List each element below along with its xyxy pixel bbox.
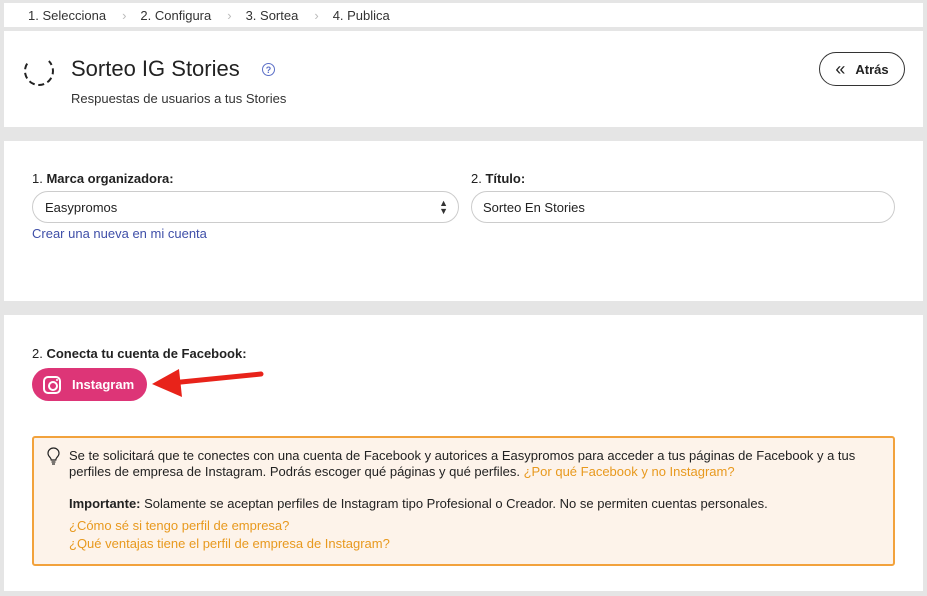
step-select[interactable]: 1. Selecciona xyxy=(28,8,106,23)
back-button-label: Atrás xyxy=(855,61,889,77)
instagram-button-label: Instagram xyxy=(72,377,135,392)
title-input[interactable]: Sorteo En Stories xyxy=(471,191,895,223)
connect-section: 2. Conecta tu cuenta de Facebook: Instag… xyxy=(4,315,923,591)
chevron-right-icon: › xyxy=(314,7,319,23)
connect-label: 2. Conecta tu cuenta de Facebook: xyxy=(32,346,247,361)
settings-section: 1. Marca organizadora: Easypromos ▲ ▼ Cre… xyxy=(4,141,923,301)
step-configure[interactable]: 2. Configura xyxy=(140,8,211,23)
title-field-label: 2. Título: xyxy=(471,171,526,186)
select-arrows-icon: ▲ ▼ xyxy=(439,198,448,216)
chevron-right-icon: › xyxy=(227,7,232,23)
help-circle-icon[interactable]: ? xyxy=(262,63,275,76)
lightbulb-icon xyxy=(47,447,60,465)
back-button[interactable]: « Atrás xyxy=(819,52,905,86)
step-draw[interactable]: 3. Sortea xyxy=(246,8,299,23)
brand-field-label: 1. Marca organizadora: xyxy=(32,171,174,186)
instagram-icon xyxy=(43,375,61,394)
brand-select[interactable]: Easypromos ▲ ▼ xyxy=(32,191,459,223)
red-arrow-icon xyxy=(152,369,264,397)
double-chevron-left-icon: « xyxy=(835,59,846,79)
why-facebook-link[interactable]: ¿Por qué Facebook y no Instagram? xyxy=(524,464,735,479)
page-subtitle: Respuestas de usuarios a tus Stories xyxy=(71,91,287,106)
brand-select-value: Easypromos xyxy=(45,200,118,215)
important-note: Importante: Solamente se aceptan perfile… xyxy=(69,496,768,511)
wizard-steps: 1. Selecciona › 2. Configura › 3. Sortea… xyxy=(4,3,923,27)
page-title: Sorteo IG Stories xyxy=(71,56,240,81)
step-publish[interactable]: 4. Publica xyxy=(333,8,390,23)
chevron-right-icon: › xyxy=(122,7,127,23)
create-brand-link[interactable]: Crear una nueva en mi cuenta xyxy=(32,226,207,241)
instagram-connect-button[interactable]: Instagram xyxy=(32,368,147,401)
notice-text: Se te solicitará que te conectes con una… xyxy=(69,448,856,479)
business-profile-link[interactable]: ¿Cómo sé si tengo perfil de empresa? xyxy=(69,518,289,533)
business-advantages-link[interactable]: ¿Qué ventajas tiene el perfil de empresa… xyxy=(69,536,390,551)
facebook-notice: Se te solicitará que te conectes con una… xyxy=(32,436,895,566)
page-header: Sorteo IG Stories ? Respuestas de usuari… xyxy=(4,31,923,127)
loading-spinner-icon xyxy=(24,56,54,86)
